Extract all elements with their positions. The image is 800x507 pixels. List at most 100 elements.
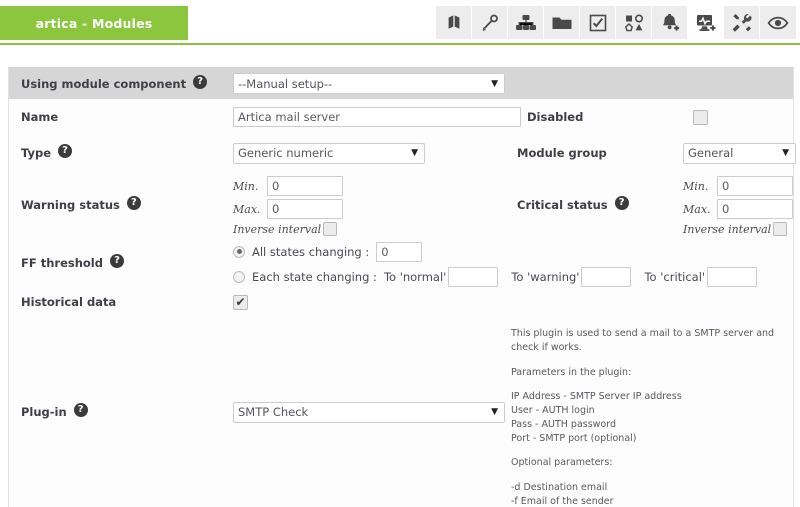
type-label-cell: Type ?	[9, 135, 221, 171]
plugin-description-cell: This plugin is used to send a mail to a …	[511, 317, 793, 507]
warning-min-input[interactable]	[267, 176, 343, 196]
plugin-desc-optional-0: -d Destination email	[511, 482, 608, 494]
module-component-control-cell: --Manual setup-- ▼	[221, 68, 505, 99]
critical-status-label: Critical status	[517, 198, 608, 212]
checklist-icon[interactable]	[580, 6, 616, 39]
ff-to-warning-input[interactable]	[581, 266, 632, 287]
ff-to-warning-label: To 'warning'	[511, 269, 580, 284]
critical-max-label: Max.	[683, 202, 711, 216]
ff-all-states-line: All states changing :	[233, 241, 793, 262]
historical-data-label-cell: Historical data	[9, 287, 221, 317]
chevron-down-icon: ▼	[411, 148, 418, 158]
ff-to-normal-label: To 'normal'	[383, 269, 447, 284]
plugin-label-cell: Plug-in ?	[9, 317, 221, 507]
module-component-value: --Manual setup--	[238, 76, 333, 91]
row-module-component: Using module component ? --Manual setup-…	[9, 68, 793, 99]
plugin-value: SMTP Check	[238, 405, 309, 419]
critical-min-input[interactable]	[717, 176, 793, 196]
book-icon[interactable]	[436, 6, 472, 39]
eye-icon[interactable]	[760, 6, 796, 39]
plugin-control-cell: SMTP Check ▼	[221, 317, 511, 507]
row-plugin: Plug-in ? SMTP Check ▼ This plugin is us…	[9, 317, 793, 507]
critical-max-row: Max.	[683, 199, 793, 219]
row-name: Name Disabled	[9, 99, 793, 135]
ff-to-normal-input[interactable]	[448, 266, 499, 287]
warning-max-input[interactable]	[267, 199, 343, 219]
plugin-desc-params-title: Parameters in the plugin:	[511, 366, 632, 378]
name-input[interactable]	[233, 107, 521, 127]
critical-inverse-row: Inverse interval	[683, 222, 793, 236]
plugin-description: This plugin is used to send a mail to a …	[511, 327, 779, 507]
help-icon[interactable]: ?	[126, 196, 141, 210]
warning-status-label-cell: Warning status ?	[9, 171, 221, 239]
warning-status-control-cell: Min. Max. Inverse interval	[221, 171, 511, 239]
bell-plus-icon[interactable]	[652, 6, 688, 39]
plugin-desc-param-3: Port - SMTP port (optional)	[511, 432, 637, 444]
warning-status-label: Warning status	[21, 198, 120, 212]
module-edit-page: artica - Modules Using module component …	[0, 0, 800, 507]
plugin-select[interactable]: SMTP Check ▼	[233, 401, 505, 423]
ff-to-critical-input[interactable]	[707, 266, 758, 287]
warning-inverse-checkbox[interactable]	[323, 222, 338, 236]
module-group-select[interactable]: General ▼	[683, 142, 796, 164]
folder-icon[interactable]	[544, 6, 580, 39]
help-icon[interactable]: ?	[193, 74, 208, 89]
tools-icon[interactable]	[724, 6, 760, 39]
type-select[interactable]: Generic numeric ▼	[233, 142, 425, 164]
module-group-value: General	[688, 146, 734, 160]
module-group-control-cell: General ▼	[671, 135, 796, 171]
disabled-checkbox[interactable]	[693, 109, 708, 125]
plugin-desc-param-2: Pass - AUTH password	[511, 418, 617, 430]
chevron-down-icon: ▼	[782, 148, 789, 158]
key-icon[interactable]	[472, 6, 508, 39]
name-label: Name	[21, 110, 59, 124]
ff-each-state-radio[interactable]	[233, 270, 245, 283]
help-icon[interactable]: ?	[73, 403, 88, 417]
warning-inverse-label: Inverse interval	[233, 222, 322, 236]
monitor-pulse-plus-icon[interactable]	[688, 6, 724, 39]
historical-data-checkbox[interactable]: ✔	[233, 294, 248, 310]
module-component-select[interactable]: --Manual setup-- ▼	[233, 73, 505, 94]
ff-each-state-line: Each state changing : To 'normal' To 'wa…	[233, 266, 793, 287]
disabled-label-cell: Disabled	[521, 99, 681, 135]
plugin-desc-optional-title: Optional parameters:	[511, 457, 613, 469]
row-warning-critical: Warning status ? Min. Max. Inverse inter…	[9, 171, 793, 239]
warning-max-label: Max.	[233, 202, 261, 216]
plugin-desc-intro: This plugin is used to send a mail to a …	[511, 328, 775, 353]
row-type: Type ? Generic numeric ▼ Module group Ge…	[9, 135, 796, 171]
help-icon[interactable]: ?	[109, 254, 124, 268]
critical-max-input[interactable]	[717, 199, 793, 219]
ff-all-states-label: All states changing :	[252, 244, 370, 259]
disabled-control-cell	[681, 99, 708, 135]
shapes-icon[interactable]	[616, 6, 652, 39]
warning-min-label: Min.	[233, 179, 259, 193]
ff-threshold-label: FF threshold	[21, 256, 103, 270]
network-icon[interactable]	[508, 6, 544, 39]
ff-threshold-control-cell: All states changing : Each state changin…	[221, 239, 793, 287]
plugin-desc-param-0: IP Address - SMTP Server IP address	[511, 391, 682, 403]
chevron-down-icon: ▼	[491, 78, 498, 89]
ff-threshold-label-cell: FF threshold ?	[9, 239, 221, 287]
disabled-label: Disabled	[527, 110, 584, 124]
module-component-label: Using module component	[21, 76, 187, 91]
ff-each-state-label: Each state changing :	[252, 269, 377, 284]
critical-min-label: Min.	[683, 179, 709, 193]
page-title: artica - Modules	[0, 6, 188, 40]
module-form: Using module component ? --Manual setup-…	[8, 67, 796, 507]
warning-inverse-row: Inverse interval	[233, 222, 343, 236]
type-control-cell: Generic numeric ▼	[221, 135, 511, 171]
ff-to-critical-label: To 'critical'	[644, 269, 706, 284]
critical-status-label-cell: Critical status ?	[511, 171, 671, 239]
toolbar	[436, 6, 796, 39]
help-icon[interactable]: ?	[614, 196, 629, 210]
row-historical-data: Historical data ✔	[9, 287, 793, 317]
help-icon[interactable]: ?	[58, 144, 73, 158]
critical-min-row: Min.	[683, 176, 793, 196]
ff-all-states-input[interactable]	[376, 241, 423, 262]
row-ff-threshold: FF threshold ? All states changing : Eac…	[9, 239, 793, 287]
module-group-label-cell: Module group	[511, 135, 671, 171]
critical-inverse-checkbox[interactable]	[773, 222, 788, 236]
warning-max-row: Max.	[233, 199, 343, 219]
ff-all-states-radio[interactable]	[233, 245, 245, 258]
critical-inverse-label: Inverse interval	[683, 222, 772, 236]
